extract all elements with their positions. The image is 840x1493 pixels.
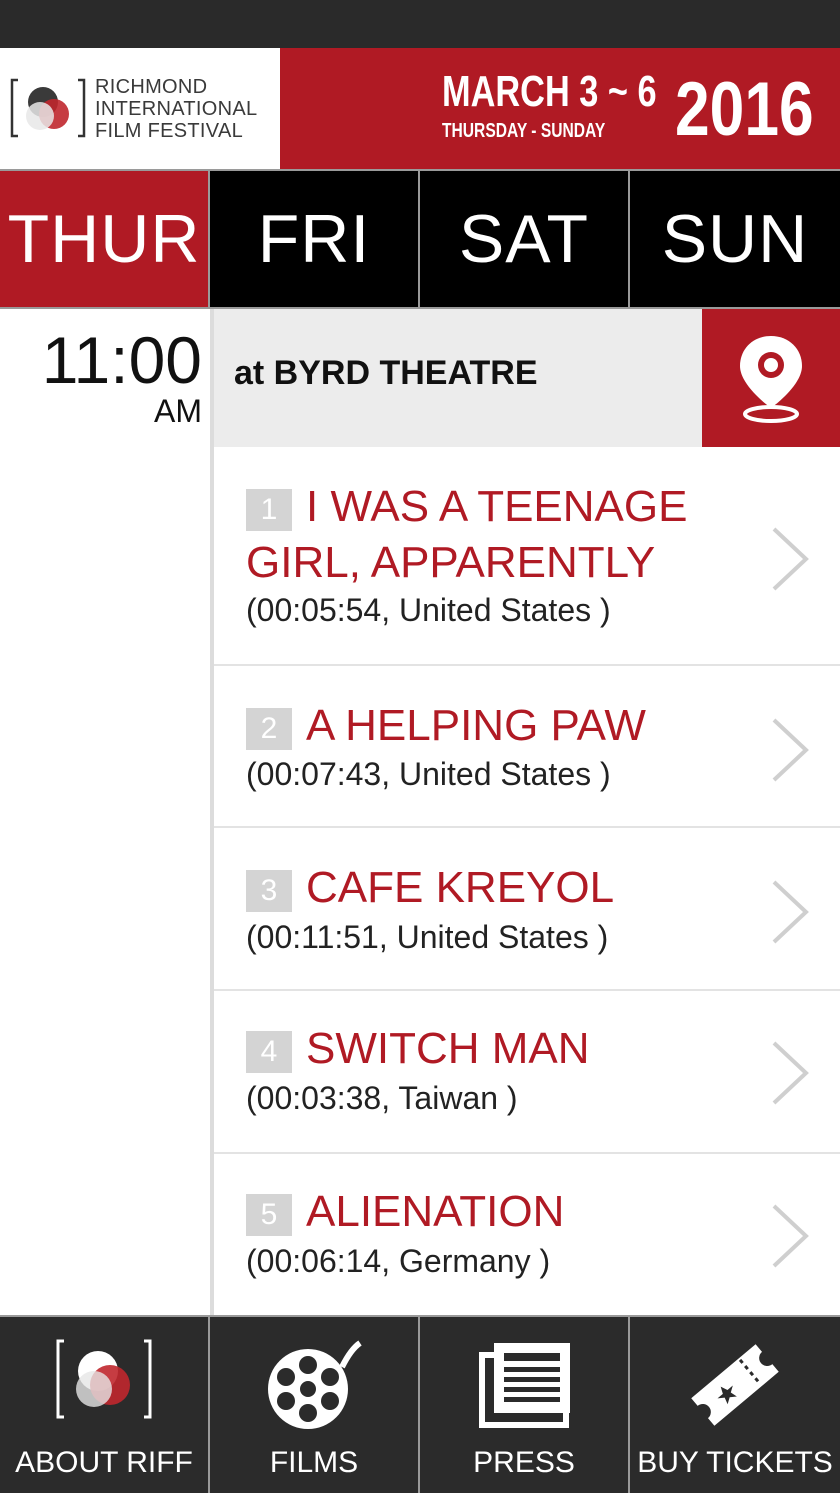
film-item[interactable]: 1I WAS A TEENAGE GIRL, APPARENTLY (00:05… — [214, 447, 840, 666]
session-time: 11:00 AM — [0, 309, 210, 1315]
tab-sat[interactable]: SAT — [420, 171, 628, 307]
film-item[interactable]: 2A HELPING PAW (00:07:43, United States … — [214, 666, 840, 828]
film-title: 4 SWITCH MAN — [246, 1021, 756, 1077]
status-bar — [0, 0, 840, 48]
map-pin-icon — [740, 336, 802, 423]
chevron-right-icon — [772, 880, 809, 944]
film-number: 2 — [246, 708, 292, 750]
film-title: 5 ALIENATION — [246, 1184, 756, 1240]
film-meta: (00:05:54, United States ) — [246, 592, 611, 628]
time-value: 11:00 — [41, 323, 202, 397]
nav-films[interactable]: FILMS — [210, 1317, 418, 1493]
film-item[interactable]: 3 CAFE KREYOL (00:11:51, United States ) — [214, 828, 840, 991]
chevron-right-icon — [772, 527, 809, 591]
time-ampm: AM — [154, 393, 202, 429]
venue-bar: at BYRD THEATRE — [214, 309, 840, 447]
festival-dates: MARCH 3 ~ 6 THURSDAY - SUNDAY 2016 — [280, 48, 840, 169]
film-meta: (00:06:14, Germany ) — [246, 1243, 551, 1279]
film-title: 3 CAFE KREYOL — [246, 860, 756, 916]
film-number: 3 — [246, 870, 292, 912]
film-number: 1 — [246, 489, 292, 531]
chevron-right-icon — [772, 1041, 809, 1105]
chevron-right-icon — [772, 718, 809, 782]
date-range: MARCH 3 ~ 6 — [442, 67, 657, 116]
film-item[interactable]: 4 SWITCH MAN (00:03:38, Taiwan ) — [214, 991, 840, 1154]
nav-about-riff[interactable]: ABOUT RIFF — [0, 1317, 208, 1493]
film-meta: (00:03:38, Taiwan ) — [246, 1080, 518, 1116]
bottom-nav: ABOUT RIFF FILMS PRESS BUY TICKETS — [0, 1315, 840, 1493]
weekday-range: THURSDAY - SUNDAY — [442, 120, 606, 142]
film-reel-icon — [268, 1340, 362, 1429]
day-tabs: THUR FRI SAT SUN — [0, 169, 840, 309]
festival-year: 2016 — [675, 67, 814, 152]
film-number: 5 — [246, 1194, 292, 1236]
festival-logo: RICHMOND INTERNATIONAL FILM FESTIVAL — [0, 48, 280, 169]
festival-name: RICHMOND INTERNATIONAL FILM FESTIVAL — [95, 76, 258, 142]
newspaper-icon — [479, 1343, 570, 1428]
chevron-right-icon — [772, 1204, 809, 1268]
ticket-icon — [691, 1344, 779, 1426]
film-number: 4 — [246, 1031, 292, 1073]
riff-logo-icon — [10, 78, 86, 138]
tab-sun[interactable]: SUN — [630, 171, 840, 307]
film-meta: (00:11:51, United States ) — [246, 919, 609, 955]
festival-header: RICHMOND INTERNATIONAL FILM FESTIVAL MAR… — [0, 48, 840, 169]
film-item[interactable]: 5 ALIENATION (00:06:14, Germany ) — [214, 1154, 840, 1315]
venue-name: at BYRD THEATRE — [234, 354, 538, 392]
film-meta: (00:07:43, United States ) — [246, 756, 611, 792]
riff-logo-icon — [56, 1339, 152, 1419]
tab-fri[interactable]: FRI — [210, 171, 418, 307]
nav-label: FILMS — [269, 1446, 359, 1479]
map-button[interactable] — [702, 309, 840, 447]
film-title: 2A HELPING PAW — [246, 698, 756, 754]
film-title: 1I WAS A TEENAGE GIRL, APPARENTLY — [246, 482, 688, 587]
tab-thur[interactable]: THUR — [0, 171, 208, 307]
nav-label: BUY TICKETS — [637, 1446, 833, 1479]
film-list: 1I WAS A TEENAGE GIRL, APPARENTLY (00:05… — [214, 447, 840, 1315]
nav-label: ABOUT RIFF — [15, 1446, 193, 1479]
nav-buy-tickets[interactable]: BUY TICKETS — [630, 1317, 840, 1493]
nav-label: PRESS — [473, 1446, 575, 1479]
nav-press[interactable]: PRESS — [420, 1317, 628, 1493]
